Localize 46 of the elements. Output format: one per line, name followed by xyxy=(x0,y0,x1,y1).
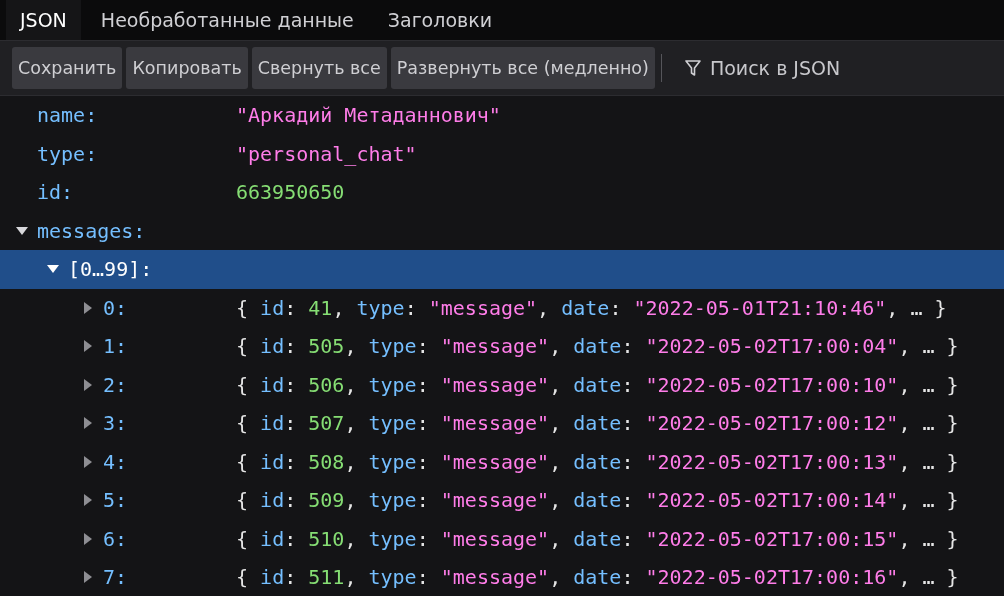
property-value: { id: 511, type: "message", date: "2022-05-02T17:00:16", … } xyxy=(236,565,960,590)
tree-row[interactable]: id: 663950650 xyxy=(0,173,1004,212)
tab[interactable]: JSON xyxy=(6,0,81,40)
filter-icon xyxy=(683,59,702,77)
toolbar-button[interactable]: Свернуть все xyxy=(251,47,387,89)
tree-row[interactable]: 5: { id: 509, type: "message", date: "2022-05-02T17:00:14", … } xyxy=(0,481,1004,520)
tree-row[interactable]: messages: xyxy=(0,211,1004,250)
tree-row[interactable]: 7: { id: 511, type: "message", date: "2022-05-02T17:00:16", … } xyxy=(0,558,1004,596)
tree-row[interactable]: 4: { id: 508, type: "message", date: "2022-05-02T17:00:13", … } xyxy=(0,442,1004,481)
property-key: name: xyxy=(37,103,98,128)
property-value: { id: 41, type: "message", date: "2022-05-01T21:10:46", … } xyxy=(236,295,948,320)
property-key: 6: xyxy=(103,526,128,551)
property-key: [0…99]: xyxy=(68,257,153,282)
property-key: 0: xyxy=(103,295,128,320)
tree-row[interactable]: 0: { id: 41, type: "message", date: "2022-05-01T21:10:46", … } xyxy=(0,288,1004,327)
tab[interactable]: Необработанные данные xyxy=(86,0,368,40)
property-key: 5: xyxy=(103,488,128,513)
toolbar-button[interactable]: Развернуть все (медленно) xyxy=(390,47,655,89)
property-value: { id: 506, type: "message", date: "2022-05-02T17:00:10", … } xyxy=(236,372,960,397)
property-value: { id: 509, type: "message", date: "2022-05-02T17:00:14", … } xyxy=(236,488,960,513)
filter-field[interactable]: Поиск в JSON xyxy=(707,56,1004,80)
property-value: "personal_chat" xyxy=(236,141,418,166)
tree-row[interactable]: 1: { id: 505, type: "message", date: "2022-05-02T17:00:04", … } xyxy=(0,327,1004,366)
property-value: { id: 510, type: "message", date: "2022-05-02T17:00:15", … } xyxy=(236,526,960,551)
toolbar-button[interactable]: Копировать xyxy=(126,47,248,89)
property-value: { id: 508, type: "message", date: "2022-05-02T17:00:13", … } xyxy=(236,449,960,474)
property-key: messages: xyxy=(37,218,146,243)
property-value: { id: 505, type: "message", date: "2022-05-02T17:00:04", … } xyxy=(236,334,960,359)
tree-row[interactable]: 3: { id: 507, type: "message", date: "2022-05-02T17:00:12", … } xyxy=(0,404,1004,443)
tab[interactable]: Заголовки xyxy=(373,0,507,40)
tree-row[interactable]: 6: { id: 510, type: "message", date: "2022-05-02T17:00:15", … } xyxy=(0,519,1004,558)
property-key: 3: xyxy=(103,411,128,436)
property-key: 1: xyxy=(103,334,128,359)
property-key: 7: xyxy=(103,565,128,590)
toolbar-button[interactable]: Сохранить xyxy=(12,47,123,89)
property-value: { id: 507, type: "message", date: "2022-05-02T17:00:12", … } xyxy=(236,411,960,436)
property-value: 663950650 xyxy=(236,180,346,205)
tree-row[interactable]: 2: { id: 506, type: "message", date: "2022-05-02T17:00:10", … } xyxy=(0,365,1004,404)
property-key: type: xyxy=(37,141,98,166)
property-key: 4: xyxy=(103,449,128,474)
property-key: id: xyxy=(37,180,74,205)
tree-row[interactable]: name: "Аркадий Метаданнович" xyxy=(0,96,1004,135)
property-value: "Аркадий Метаданнович" xyxy=(236,103,502,128)
tree-row[interactable]: type: "personal_chat" xyxy=(0,134,1004,173)
tree-row[interactable]: [0…99]: xyxy=(0,250,1004,289)
property-key: 2: xyxy=(103,372,128,397)
